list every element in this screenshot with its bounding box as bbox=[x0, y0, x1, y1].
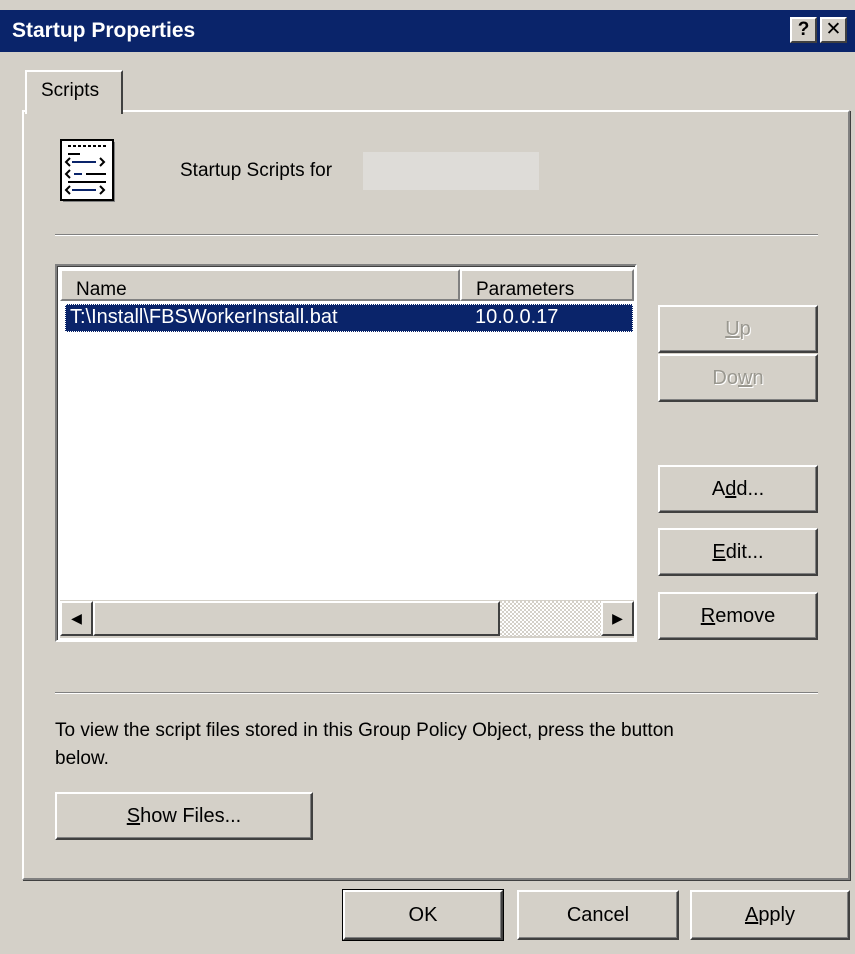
up-label-post: p bbox=[739, 317, 751, 340]
tab-scripts-label: Scripts bbox=[41, 80, 100, 101]
add-label-pre: A bbox=[711, 477, 726, 500]
scroll-left-button[interactable]: ◀ bbox=[60, 601, 93, 636]
window-title: Startup Properties bbox=[12, 19, 196, 42]
startup-scripts-heading: Startup Scripts for bbox=[180, 160, 333, 181]
script-name-cell: T:\Install\FBSWorkerInstall.bat bbox=[70, 306, 338, 328]
up-button[interactable]: Up bbox=[658, 305, 818, 353]
startup-properties-dialog: Startup Properties ? ✕ Scripts Startup S… bbox=[0, 0, 855, 954]
add-button[interactable]: Add... bbox=[658, 465, 818, 513]
arrow-right-icon: ▶ bbox=[612, 610, 623, 626]
title-bar[interactable]: Startup Properties ? ✕ bbox=[0, 10, 855, 52]
horizontal-scrollbar[interactable]: ◀ ▶ bbox=[60, 600, 634, 638]
column-header-name-label: Name bbox=[76, 279, 127, 300]
tab-scripts[interactable]: Scripts bbox=[25, 70, 123, 114]
apply-label-post: pply bbox=[758, 903, 796, 926]
remove-label-post: emove bbox=[715, 604, 776, 627]
down-label-post: n bbox=[752, 366, 764, 389]
down-label-pre: Do bbox=[712, 366, 738, 389]
show-files-label-post: how Files... bbox=[140, 804, 242, 827]
help-icon: ? bbox=[797, 19, 810, 40]
redacted-gpo-name bbox=[363, 152, 539, 190]
edit-label-post: dit... bbox=[725, 540, 764, 563]
column-header-parameters-label: Parameters bbox=[476, 279, 575, 300]
separator-top bbox=[55, 234, 818, 236]
cancel-label: Cancel bbox=[566, 903, 630, 926]
info-text: To view the script files stored in this … bbox=[55, 720, 674, 769]
edit-label-key: E bbox=[712, 540, 726, 563]
close-icon: ✕ bbox=[825, 19, 842, 40]
table-row[interactable]: T:\Install\FBSWorkerInstall.bat 10.0.0.1… bbox=[65, 304, 633, 332]
down-label-key: w bbox=[738, 366, 753, 389]
remove-button[interactable]: Remove bbox=[658, 592, 818, 640]
ok-button[interactable]: OK bbox=[342, 889, 504, 941]
scrollbar-track[interactable] bbox=[500, 601, 601, 636]
add-label-post: d... bbox=[736, 477, 765, 500]
column-header-name[interactable]: Name bbox=[60, 269, 460, 301]
up-label-key: U bbox=[725, 317, 740, 340]
separator-bottom bbox=[55, 692, 818, 694]
column-header-parameters[interactable]: Parameters bbox=[460, 269, 634, 301]
scrollbar-thumb[interactable] bbox=[93, 601, 500, 636]
script-parameters-cell: 10.0.0.17 bbox=[475, 306, 559, 328]
close-button[interactable]: ✕ bbox=[820, 17, 847, 43]
show-files-button[interactable]: Show Files... bbox=[55, 792, 313, 840]
add-label-key: d bbox=[725, 477, 737, 500]
scroll-right-button[interactable]: ▶ bbox=[601, 601, 634, 636]
apply-label-key: A bbox=[744, 903, 759, 926]
arrow-left-icon: ◀ bbox=[71, 610, 82, 626]
scripts-list[interactable]: Name Parameters T:\Install\FBSWorkerInst… bbox=[55, 264, 637, 642]
ok-label: OK bbox=[408, 903, 438, 926]
help-button[interactable]: ? bbox=[790, 17, 817, 43]
edit-button[interactable]: Edit... bbox=[658, 528, 818, 576]
remove-label-key: R bbox=[700, 604, 716, 627]
down-button[interactable]: Down bbox=[658, 354, 818, 402]
cancel-button[interactable]: Cancel bbox=[517, 890, 679, 940]
apply-button[interactable]: Apply bbox=[690, 890, 850, 940]
show-files-label-key: S bbox=[126, 804, 141, 827]
script-file-icon bbox=[60, 139, 115, 202]
